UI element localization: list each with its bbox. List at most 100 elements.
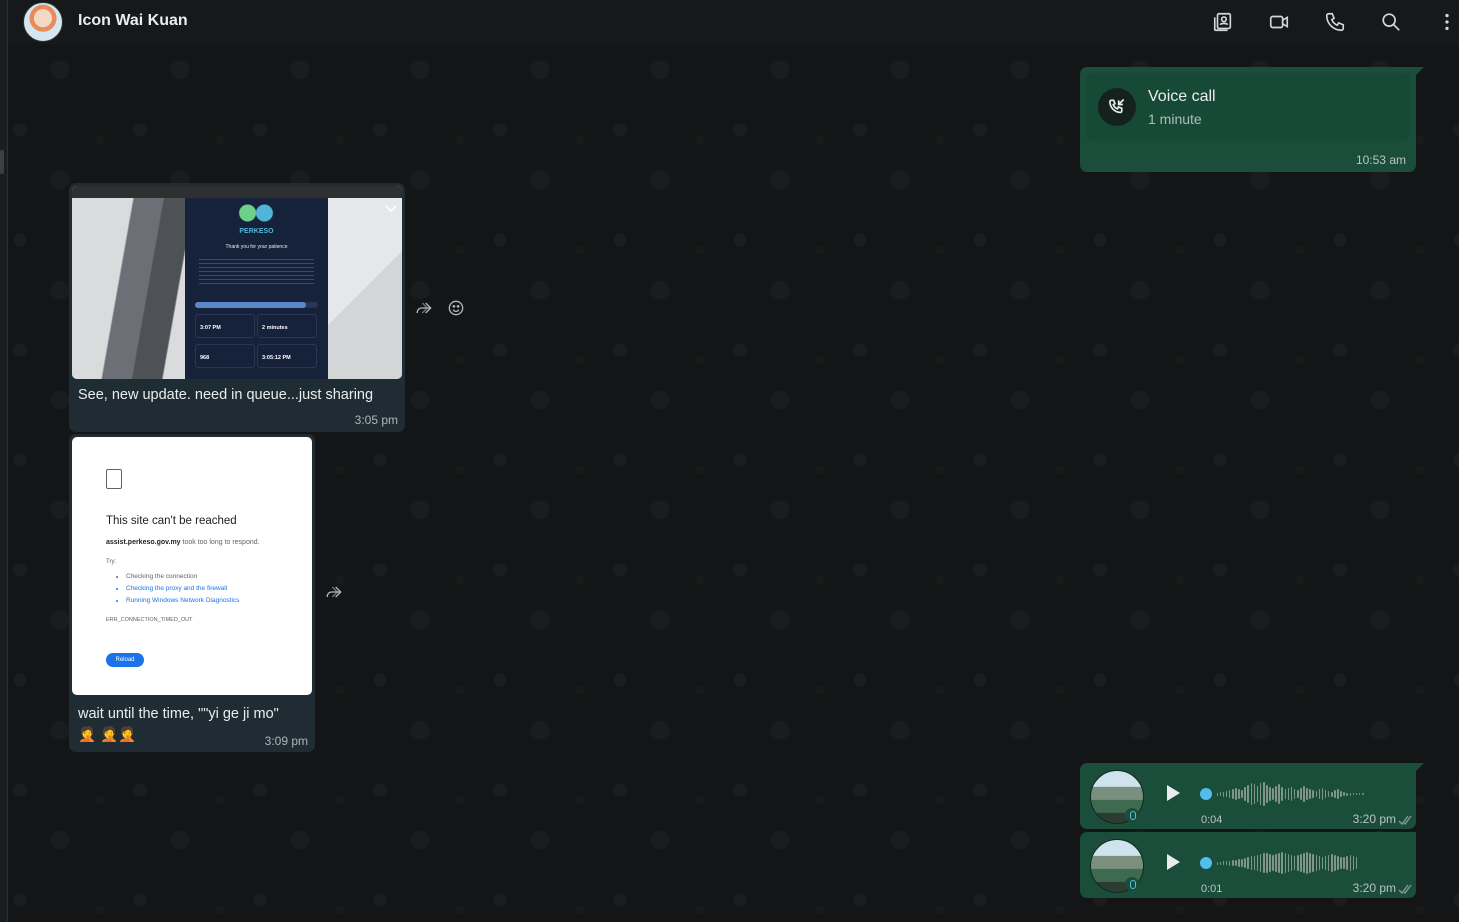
- waveform-bar: [1324, 790, 1327, 798]
- message-time: 3:20 pm: [1352, 881, 1396, 895]
- call-title: Voice call: [1148, 88, 1216, 105]
- waveform-bar: [1284, 789, 1287, 799]
- waveform-bar: [1337, 789, 1339, 799]
- double-check-icon: [1398, 882, 1412, 895]
- waveform-bar: [1361, 793, 1364, 795]
- waveform-bar: [1358, 793, 1361, 795]
- contact-avatar[interactable]: [23, 2, 63, 42]
- waveform-bar: [1290, 787, 1293, 801]
- waveform-bar: [1272, 788, 1274, 800]
- video-call-icon[interactable]: [1267, 10, 1291, 34]
- image-message[interactable]: This site can't be reached assist.perkes…: [69, 434, 315, 752]
- building-photo: [72, 198, 192, 379]
- waveform-bar: [1321, 857, 1324, 869]
- waveform-bar: [1272, 855, 1274, 871]
- playback-position-handle[interactable]: [1200, 788, 1212, 800]
- waveform-bar: [1343, 857, 1345, 869]
- waveform-bar: [1315, 855, 1318, 871]
- menu-icon[interactable]: [1435, 10, 1459, 34]
- waveform-bar: [1355, 857, 1358, 869]
- waveform-bar: [1228, 790, 1231, 798]
- waveform-bar: [1327, 791, 1330, 797]
- waveform-bar: [1346, 856, 1349, 870]
- waveform-bar: [1330, 854, 1333, 872]
- waveform-bar: [1318, 789, 1321, 799]
- voice-note-message[interactable]: 0:01 3:20 pm: [1080, 832, 1416, 898]
- chevron-down-icon[interactable]: [385, 200, 397, 213]
- waveform-bar: [1306, 852, 1308, 874]
- waveform-bar: [1340, 791, 1342, 797]
- waveform-bar: [1352, 856, 1355, 870]
- voice-call-message[interactable]: Voice call 1 minute 10:53 am: [1080, 67, 1424, 172]
- waveform-bar: [1321, 788, 1324, 800]
- queue-cell: 968: [195, 344, 255, 368]
- queue-cell-value: 968: [200, 355, 210, 361]
- voice-note-message[interactable]: 0:04 3:20 pm: [1080, 763, 1424, 829]
- waveform-bar: [1235, 788, 1237, 800]
- waveform-bar: [1231, 860, 1234, 866]
- image-message[interactable]: PERKESO Thank you for your patience 3:07…: [69, 183, 405, 432]
- waveform-bar: [1303, 786, 1305, 802]
- waveform-bar: [1247, 857, 1250, 869]
- phone-icon[interactable]: [1323, 10, 1347, 34]
- waveform-bar: [1309, 789, 1311, 799]
- queue-progress-fill: [195, 302, 306, 308]
- waveform-bar: [1262, 853, 1265, 873]
- search-icon[interactable]: [1379, 10, 1403, 34]
- contact-name[interactable]: Icon Wai Kuan: [78, 12, 188, 30]
- voice-call-card[interactable]: Voice call 1 minute: [1086, 73, 1410, 141]
- pane-divider: [0, 0, 8, 922]
- waveform-bar: [1235, 860, 1237, 866]
- brand-text: PERKESO: [239, 228, 274, 235]
- play-icon[interactable]: [1164, 852, 1182, 874]
- waveform-bar: [1275, 854, 1277, 872]
- waveform-bar: [1262, 782, 1265, 806]
- queue-cell-value: 3:05:12 PM: [262, 355, 291, 361]
- waveform-bar: [1290, 855, 1293, 871]
- suggestion-item: Checking the connection: [126, 571, 239, 583]
- forward-icon[interactable]: [322, 580, 346, 604]
- voice-duration: 0:01: [1201, 883, 1223, 895]
- play-icon[interactable]: [1164, 783, 1182, 805]
- waveform-bar: [1287, 788, 1290, 800]
- message-caption: See, new update. need in queue...just sh…: [78, 387, 374, 403]
- shared-screenshot[interactable]: PERKESO Thank you for your patience 3:07…: [72, 186, 402, 379]
- waveform-bar: [1296, 855, 1299, 871]
- waveform-bar: [1284, 853, 1287, 873]
- waveform-bar: [1244, 787, 1246, 801]
- voice-waveform[interactable]: [1200, 781, 1396, 807]
- waveform-bar: [1355, 793, 1358, 795]
- waveform-bar: [1238, 859, 1240, 867]
- playback-position-handle[interactable]: [1200, 857, 1212, 869]
- waveform-bar: [1231, 789, 1234, 799]
- waveform-bar: [1266, 853, 1268, 873]
- message-time: 3:09 pm: [264, 734, 308, 748]
- waveform-bar: [1281, 852, 1284, 874]
- suggestion-link: Checking the proxy and the firewall: [126, 583, 239, 595]
- browser-url-bar: [72, 186, 402, 198]
- voice-waveform[interactable]: [1200, 850, 1396, 876]
- waveform-bar: [1259, 854, 1262, 872]
- scroll-handle[interactable]: [0, 150, 4, 174]
- forward-icon[interactable]: [412, 296, 436, 320]
- waveform-bar: [1250, 856, 1253, 870]
- emoji-react-icon[interactable]: [444, 296, 468, 320]
- waveform-bar: [1247, 785, 1250, 803]
- waveform-bar: [1222, 861, 1225, 865]
- waveform-bar: [1337, 856, 1339, 870]
- waveform-bar: [1296, 790, 1299, 798]
- waveform-bar: [1275, 786, 1277, 802]
- message-time: 10:53 am: [1355, 153, 1406, 167]
- waveform-bar: [1340, 857, 1342, 869]
- contact-card-icon[interactable]: [1211, 10, 1235, 34]
- waveform-bar: [1315, 791, 1318, 797]
- message-time: 3:05 pm: [354, 413, 398, 427]
- error-heading: This site can't be reached: [106, 515, 237, 527]
- shared-screenshot[interactable]: This site can't be reached assist.perkes…: [72, 437, 312, 695]
- waveform-bar: [1300, 788, 1302, 800]
- waveform-bar: [1334, 790, 1336, 798]
- waveform-bar: [1281, 787, 1284, 801]
- waveform-bar: [1300, 854, 1302, 872]
- waveform-bar: [1216, 861, 1219, 865]
- try-label: Try:: [106, 559, 117, 565]
